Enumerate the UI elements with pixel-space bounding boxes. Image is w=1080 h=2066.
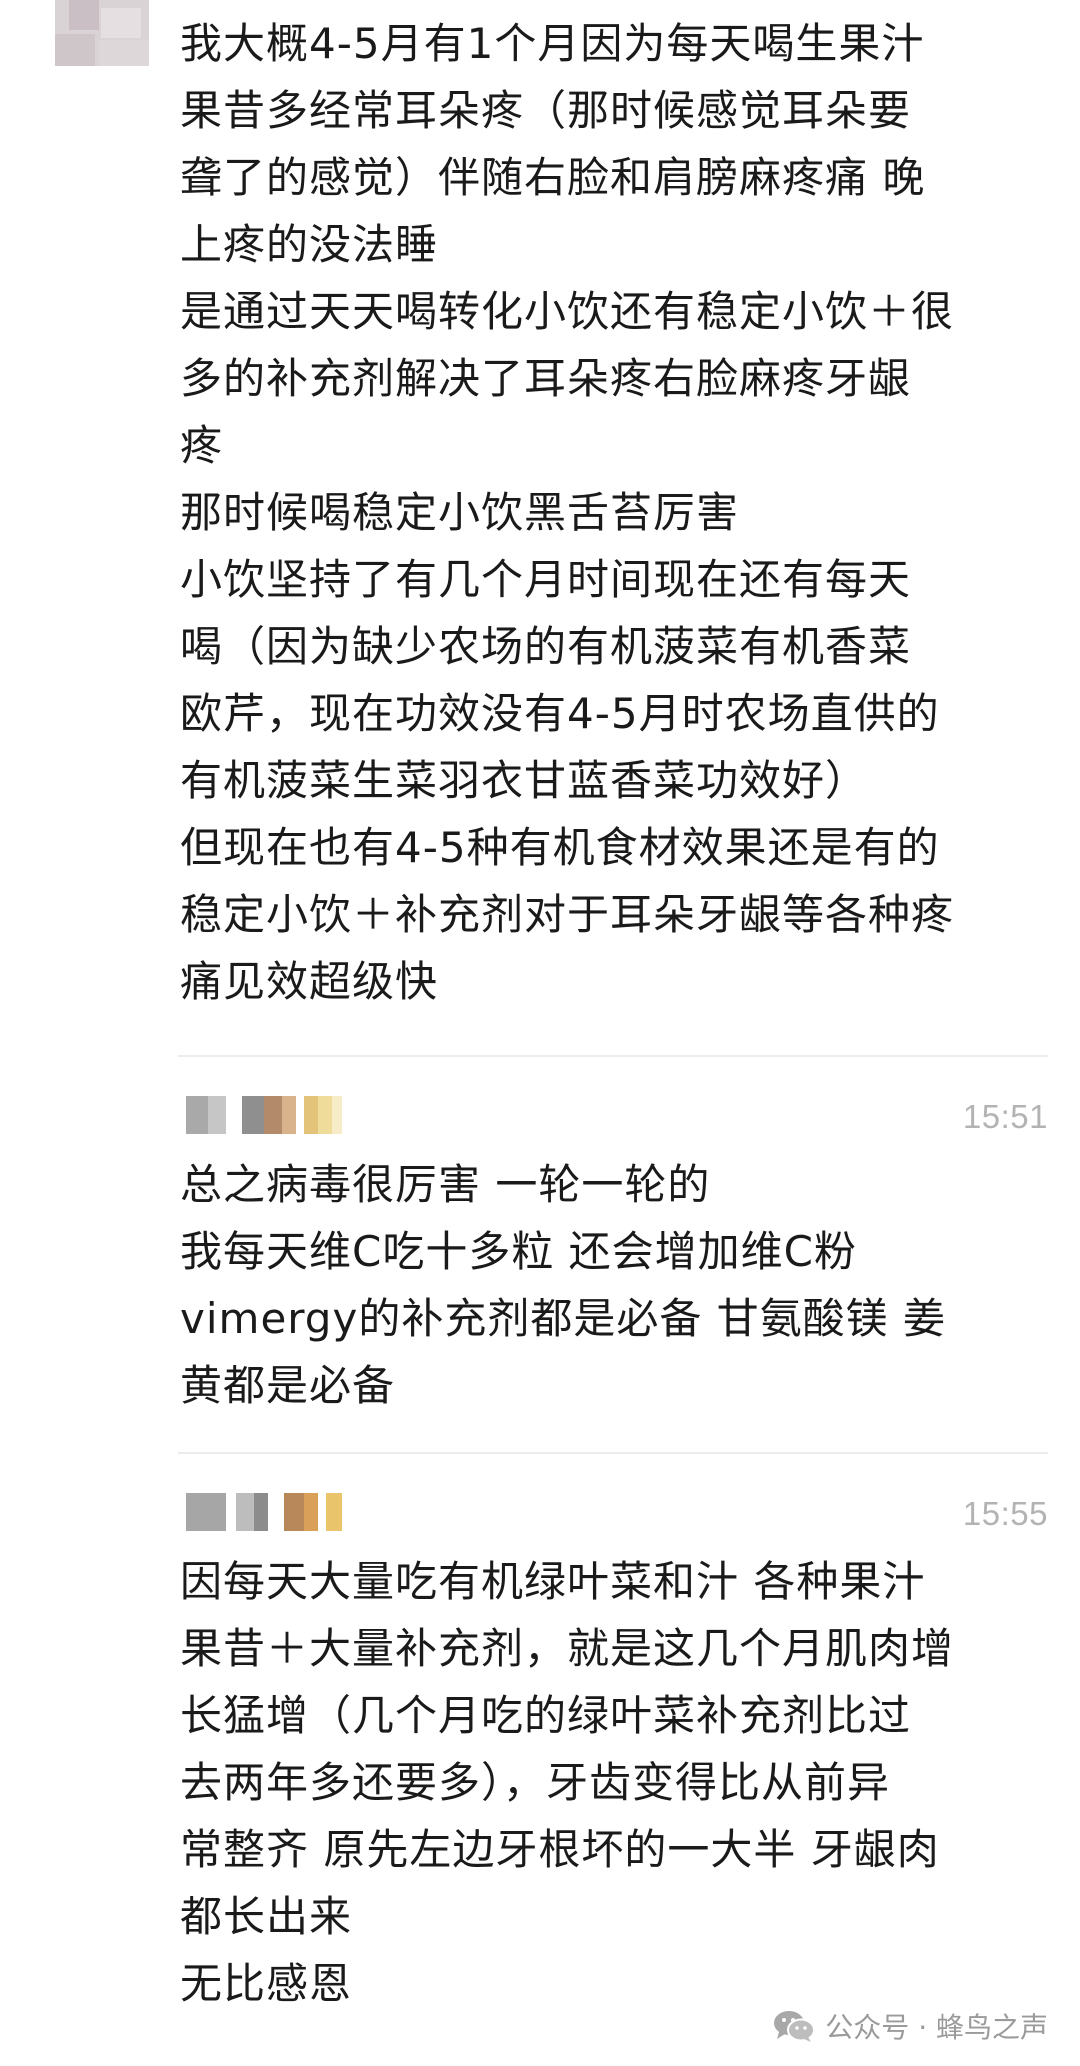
commenter-name[interactable]: [186, 1493, 386, 1531]
commenter-name[interactable]: [186, 1096, 396, 1134]
comment-line: 都长出来: [180, 1892, 353, 1941]
comment-line: 我每天维C吃十多粒 还会增加维C粉: [180, 1227, 858, 1276]
comment-line: 长猛增（几个月吃的绿叶菜补充剂比过: [180, 1691, 912, 1740]
comment-line: 有机菠菜生菜羽衣甘蓝香菜功效好）: [180, 756, 869, 805]
comment-line: 果昔多经常耳朵疼（那时候感觉耳朵要: [180, 86, 912, 135]
comment-text: 我大概4-5月有1个月因为每天喝生果汁 果昔多经常耳朵疼（那时候感觉耳朵要 聋了…: [180, 10, 1050, 1015]
comment-timestamp: 15:55: [962, 1495, 1048, 1532]
comment-line: 稳定小饮＋补充剂对于耳朵牙龈等各种疼: [180, 890, 955, 939]
comment-line: 去两年多还要多），牙齿变得比从前异: [180, 1758, 891, 1807]
watermark-text: 公众号 · 蜂鸟之声: [825, 2011, 1048, 2044]
comment-divider: [178, 1452, 1048, 1454]
comment-line: 欧芹，现在功效没有4-5月时农场直供的: [180, 689, 940, 738]
comment-line: 多的补充剂解决了耳朵疼右脸麻疼牙龈: [180, 354, 912, 403]
comment-line: 常整齐 原先左边牙根坏的一大半 牙龈肉: [180, 1825, 940, 1874]
comment-text: 总之病毒很厉害 一轮一轮的 我每天维C吃十多粒 还会增加维C粉 vimergy的…: [180, 1151, 1050, 1419]
comment-line: 总之病毒很厉害 一轮一轮的: [180, 1160, 711, 1209]
comment-line: 我大概4-5月有1个月因为每天喝生果汁: [180, 19, 925, 68]
watermark: 公众号 · 蜂鸟之声: [773, 2004, 1048, 2048]
comment-line: 黄都是必备: [180, 1361, 396, 1410]
avatar[interactable]: [55, 0, 149, 66]
comment-divider: [178, 1055, 1048, 1057]
comment-line: 疼: [180, 421, 224, 470]
comment-line: 但现在也有4-5种有机食材效果还是有的: [180, 823, 940, 872]
comment-line: 喝（因为缺少农场的有机菠菜有机香菜: [180, 622, 912, 671]
comment-line: 上疼的没法睡: [180, 220, 439, 269]
comment-timestamp: 15:51: [962, 1098, 1048, 1135]
comment-line: 小饮坚持了有几个月时间现在还有每天: [180, 555, 912, 604]
comment-line: 聋了的感觉）伴随右脸和肩膀麻疼痛 晚: [180, 153, 926, 202]
comment-line: vimergy的补充剂都是必备 甘氨酸镁 姜: [180, 1294, 947, 1343]
comment-line: 痛见效超级快: [180, 957, 439, 1006]
wechat-icon: [773, 2009, 816, 2043]
comment-line: 果昔＋大量补充剂，就是这几个月肌肉增: [180, 1624, 955, 1673]
comment-text: 因每天大量吃有机绿叶菜和汁 各种果汁 果昔＋大量补充剂，就是这几个月肌肉增 长猛…: [180, 1548, 1050, 2017]
comment-line: 那时候喝稳定小饮黑舌苔厉害: [180, 488, 740, 537]
comment-line: 是通过天天喝转化小饮还有稳定小饮＋很: [180, 287, 955, 336]
comment-line: 因每天大量吃有机绿叶菜和汁 各种果汁: [180, 1557, 926, 1606]
